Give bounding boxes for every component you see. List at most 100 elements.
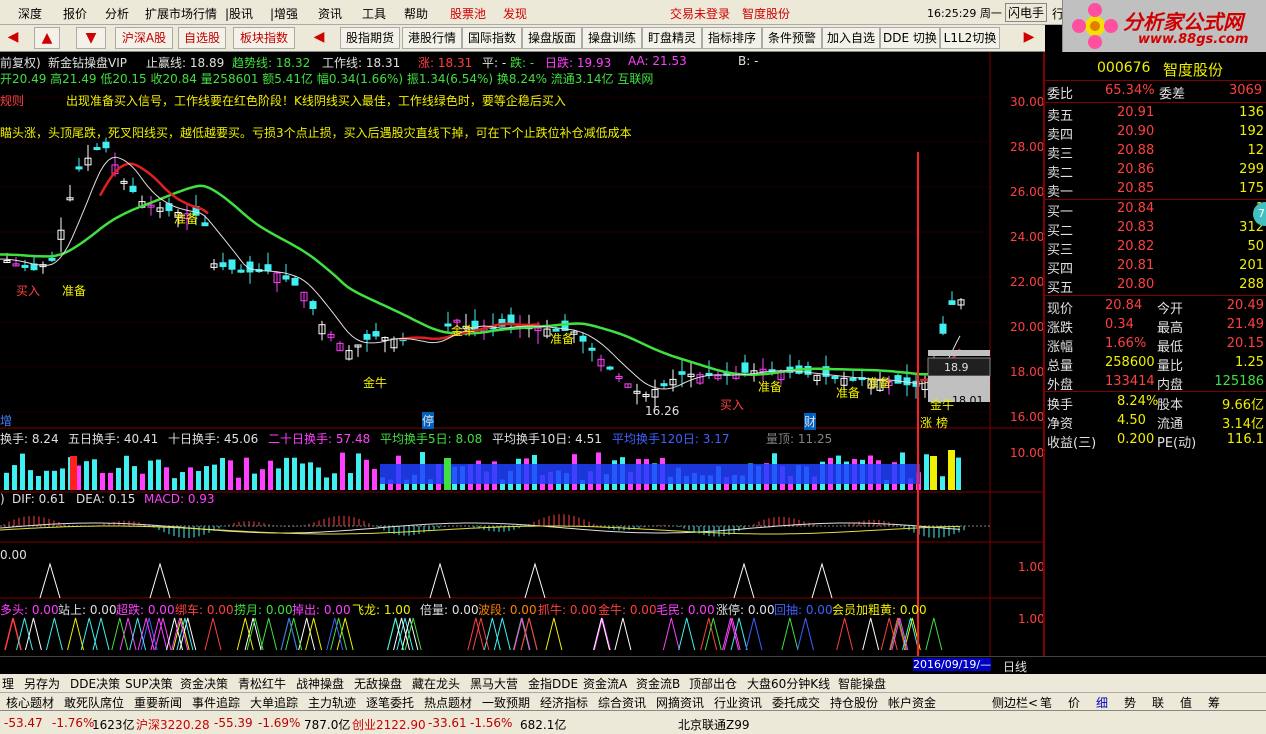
function-tab[interactable]: 青松红牛 xyxy=(238,675,286,692)
signal-peak xyxy=(524,562,546,599)
info-tab[interactable]: 委托成交 xyxy=(772,694,820,711)
ind4-item: 倍量: 0.00 xyxy=(420,603,479,617)
tab-monitor-elf[interactable]: 盯盘精灵 xyxy=(642,27,702,49)
menu-depth[interactable]: 深度 xyxy=(18,5,42,22)
nav-prev-icon[interactable]: ◀ xyxy=(305,27,333,49)
menu-tools[interactable]: 工具 xyxy=(362,5,386,22)
tag-rank: 榜 xyxy=(936,416,949,430)
fund-stat-cell: 0.200 xyxy=(1117,432,1155,447)
function-tab[interactable]: DDE决策 xyxy=(70,675,120,692)
function-tab[interactable]: 智能操盘 xyxy=(838,675,886,692)
info-tab[interactable]: 一致预期 xyxy=(482,694,530,711)
gem-index[interactable]: 创业2122.90 xyxy=(352,716,426,733)
weibi-label: 委比 xyxy=(1047,87,1074,102)
menu-ext-market[interactable]: 扩展市场行情 xyxy=(145,5,217,22)
trade-login-status[interactable]: 交易未登录 xyxy=(670,5,730,22)
ind3-value: 0.00 xyxy=(0,548,27,562)
tab-trading-layout[interactable]: 操盘版面 xyxy=(522,27,582,49)
function-tab[interactable]: 藏在龙头 xyxy=(412,675,460,692)
info-tab[interactable]: 综合资讯 xyxy=(598,694,646,711)
function-tab[interactable]: SUP决策 xyxy=(125,675,173,692)
side-tab[interactable]: 价 xyxy=(1068,694,1080,711)
info-tab[interactable]: 敢死队席位 xyxy=(64,694,124,711)
function-tab[interactable]: 另存为 xyxy=(24,675,60,692)
function-tab[interactable]: 理 xyxy=(2,675,14,692)
sh-sz-index[interactable]: 沪深3220.28 xyxy=(136,716,210,733)
buy-level-cell: 288 xyxy=(1239,277,1264,292)
indicator-name[interactable]: 新金钻操盘VIP xyxy=(48,54,127,71)
kline-chart-area[interactable]: 前复权) 新金钻操盘VIP 止赢线: 18.89 趋势线: 18.32 工作线:… xyxy=(0,52,1045,671)
toolbar: ◀ ▲ ▼ 沪深A股 自选股 板块指数 ◀ 股指期货 港股行情 国际指数 操盘版… xyxy=(0,25,1045,52)
side-tab[interactable]: 细 xyxy=(1096,694,1108,711)
nav-left-icon[interactable]: ◀ xyxy=(2,27,24,49)
function-tab[interactable]: 战神操盘 xyxy=(296,675,344,692)
info-tab[interactable]: 逐笔委托 xyxy=(366,694,414,711)
info-tab[interactable]: 行业资讯 xyxy=(714,694,762,711)
function-tab[interactable]: 大盘60分钟K线 xyxy=(747,675,830,692)
nav-next-icon[interactable]: ▶ xyxy=(1018,27,1040,49)
menu-stock-news[interactable]: |股讯 xyxy=(225,5,253,22)
candle-body xyxy=(894,375,902,384)
fq-label[interactable]: 前复权) xyxy=(0,54,41,71)
info-tab[interactable]: 网摘资讯 xyxy=(656,694,704,711)
side-tab[interactable]: 筹 xyxy=(1208,694,1220,711)
tab-add-watch[interactable]: 加入自选 xyxy=(822,27,880,49)
chart-canvas[interactable] xyxy=(0,52,1043,656)
menu-help[interactable]: 帮助 xyxy=(404,5,428,22)
menu-analysis[interactable]: 分析 xyxy=(105,5,129,22)
volume-bar xyxy=(12,465,17,490)
function-tab[interactable]: 资金流B xyxy=(636,675,680,692)
tab-watchlist[interactable]: 自选股 xyxy=(178,27,226,49)
info-tab[interactable]: 帐户资金 xyxy=(888,694,936,711)
ind4-legend: 多头: 0.00 站上: 0.00 超跌: 0.00 绑车: 0.00 捞月: … xyxy=(0,601,990,617)
tab-intl-index[interactable]: 国际指数 xyxy=(462,27,522,49)
tab-index-futures[interactable]: 股指期货 xyxy=(340,27,400,49)
info-tab[interactable]: 持仓股份 xyxy=(830,694,878,711)
turnover-10d: 十日换手: 45.06 xyxy=(168,432,259,446)
volume-bar xyxy=(124,455,129,490)
side-tab[interactable]: 势 xyxy=(1124,694,1136,711)
function-tab[interactable]: 金指DDE xyxy=(528,675,578,692)
function-tab[interactable]: 黑马大营 xyxy=(470,675,518,692)
price-axis-20: 20.00 xyxy=(1010,320,1045,334)
volume-bar xyxy=(340,452,345,490)
menu-stock-pool[interactable]: 股票池 xyxy=(450,5,486,22)
function-tab[interactable]: 资金流A xyxy=(583,675,627,692)
turnover: 换手: 8.24 xyxy=(0,432,59,446)
info-tab[interactable]: 重要新闻 xyxy=(134,694,182,711)
function-tab[interactable]: 资金决策 xyxy=(180,675,228,692)
tab-sh-sz-a[interactable]: 沪深A股 xyxy=(115,27,173,49)
side-tab[interactable]: 联 xyxy=(1152,694,1164,711)
side-tab[interactable]: 侧边栏< xyxy=(992,694,1038,711)
tab-trading-training[interactable]: 操盘训练 xyxy=(582,27,642,49)
info-tab[interactable]: 经济指标 xyxy=(540,694,588,711)
flash-trade-button[interactable]: 闪电手 xyxy=(1005,3,1048,22)
period-label[interactable]: 日线 xyxy=(1003,658,1027,675)
tab-indicator-sort[interactable]: 指标排序 xyxy=(702,27,762,49)
buy-level-cell: 买一 xyxy=(1047,205,1074,220)
function-tab[interactable]: 无敌操盘 xyxy=(354,675,402,692)
menu-info[interactable]: 资讯 xyxy=(318,5,342,22)
menu-enhance[interactable]: |增强 xyxy=(270,5,298,22)
info-tab[interactable]: 核心题材 xyxy=(6,694,54,711)
tab-hk-market[interactable]: 港股行情 xyxy=(402,27,462,49)
side-tab[interactable]: 笔 xyxy=(1040,694,1052,711)
info-tab[interactable]: 主力轨迹 xyxy=(308,694,356,711)
tab-l1l2-switch[interactable]: L1L2切换 xyxy=(940,27,1000,49)
tab-dde-switch[interactable]: DDE 切换 xyxy=(880,27,940,49)
menu-quote[interactable]: 报价 xyxy=(63,5,87,22)
info-tab[interactable]: 大单追踪 xyxy=(250,694,298,711)
volume-bar xyxy=(372,468,377,490)
nav-down-icon[interactable]: ▼ xyxy=(76,27,106,49)
info-tab[interactable]: 事件追踪 xyxy=(192,694,240,711)
menu-discover[interactable]: 发现 xyxy=(503,5,527,22)
side-tab[interactable]: 值 xyxy=(1180,694,1192,711)
volume-bar xyxy=(132,466,137,490)
function-tab[interactable]: 顶部出仓 xyxy=(689,675,737,692)
info-tabs: 核心题材 敢死队席位 重要新闻 事件追踪 大单追踪 主力轨迹 逐笔委托 热点题材 一致预期 经济指… xyxy=(0,692,1266,710)
tab-sector-index[interactable]: 板块指数 xyxy=(233,27,295,49)
nav-up-icon[interactable]: ▲ xyxy=(34,27,60,49)
tab-condition-alert[interactable]: 条件预警 xyxy=(762,27,822,49)
info-tab[interactable]: 热点题材 xyxy=(424,694,472,711)
ind4-item: 多头: 0.00 xyxy=(0,603,59,617)
